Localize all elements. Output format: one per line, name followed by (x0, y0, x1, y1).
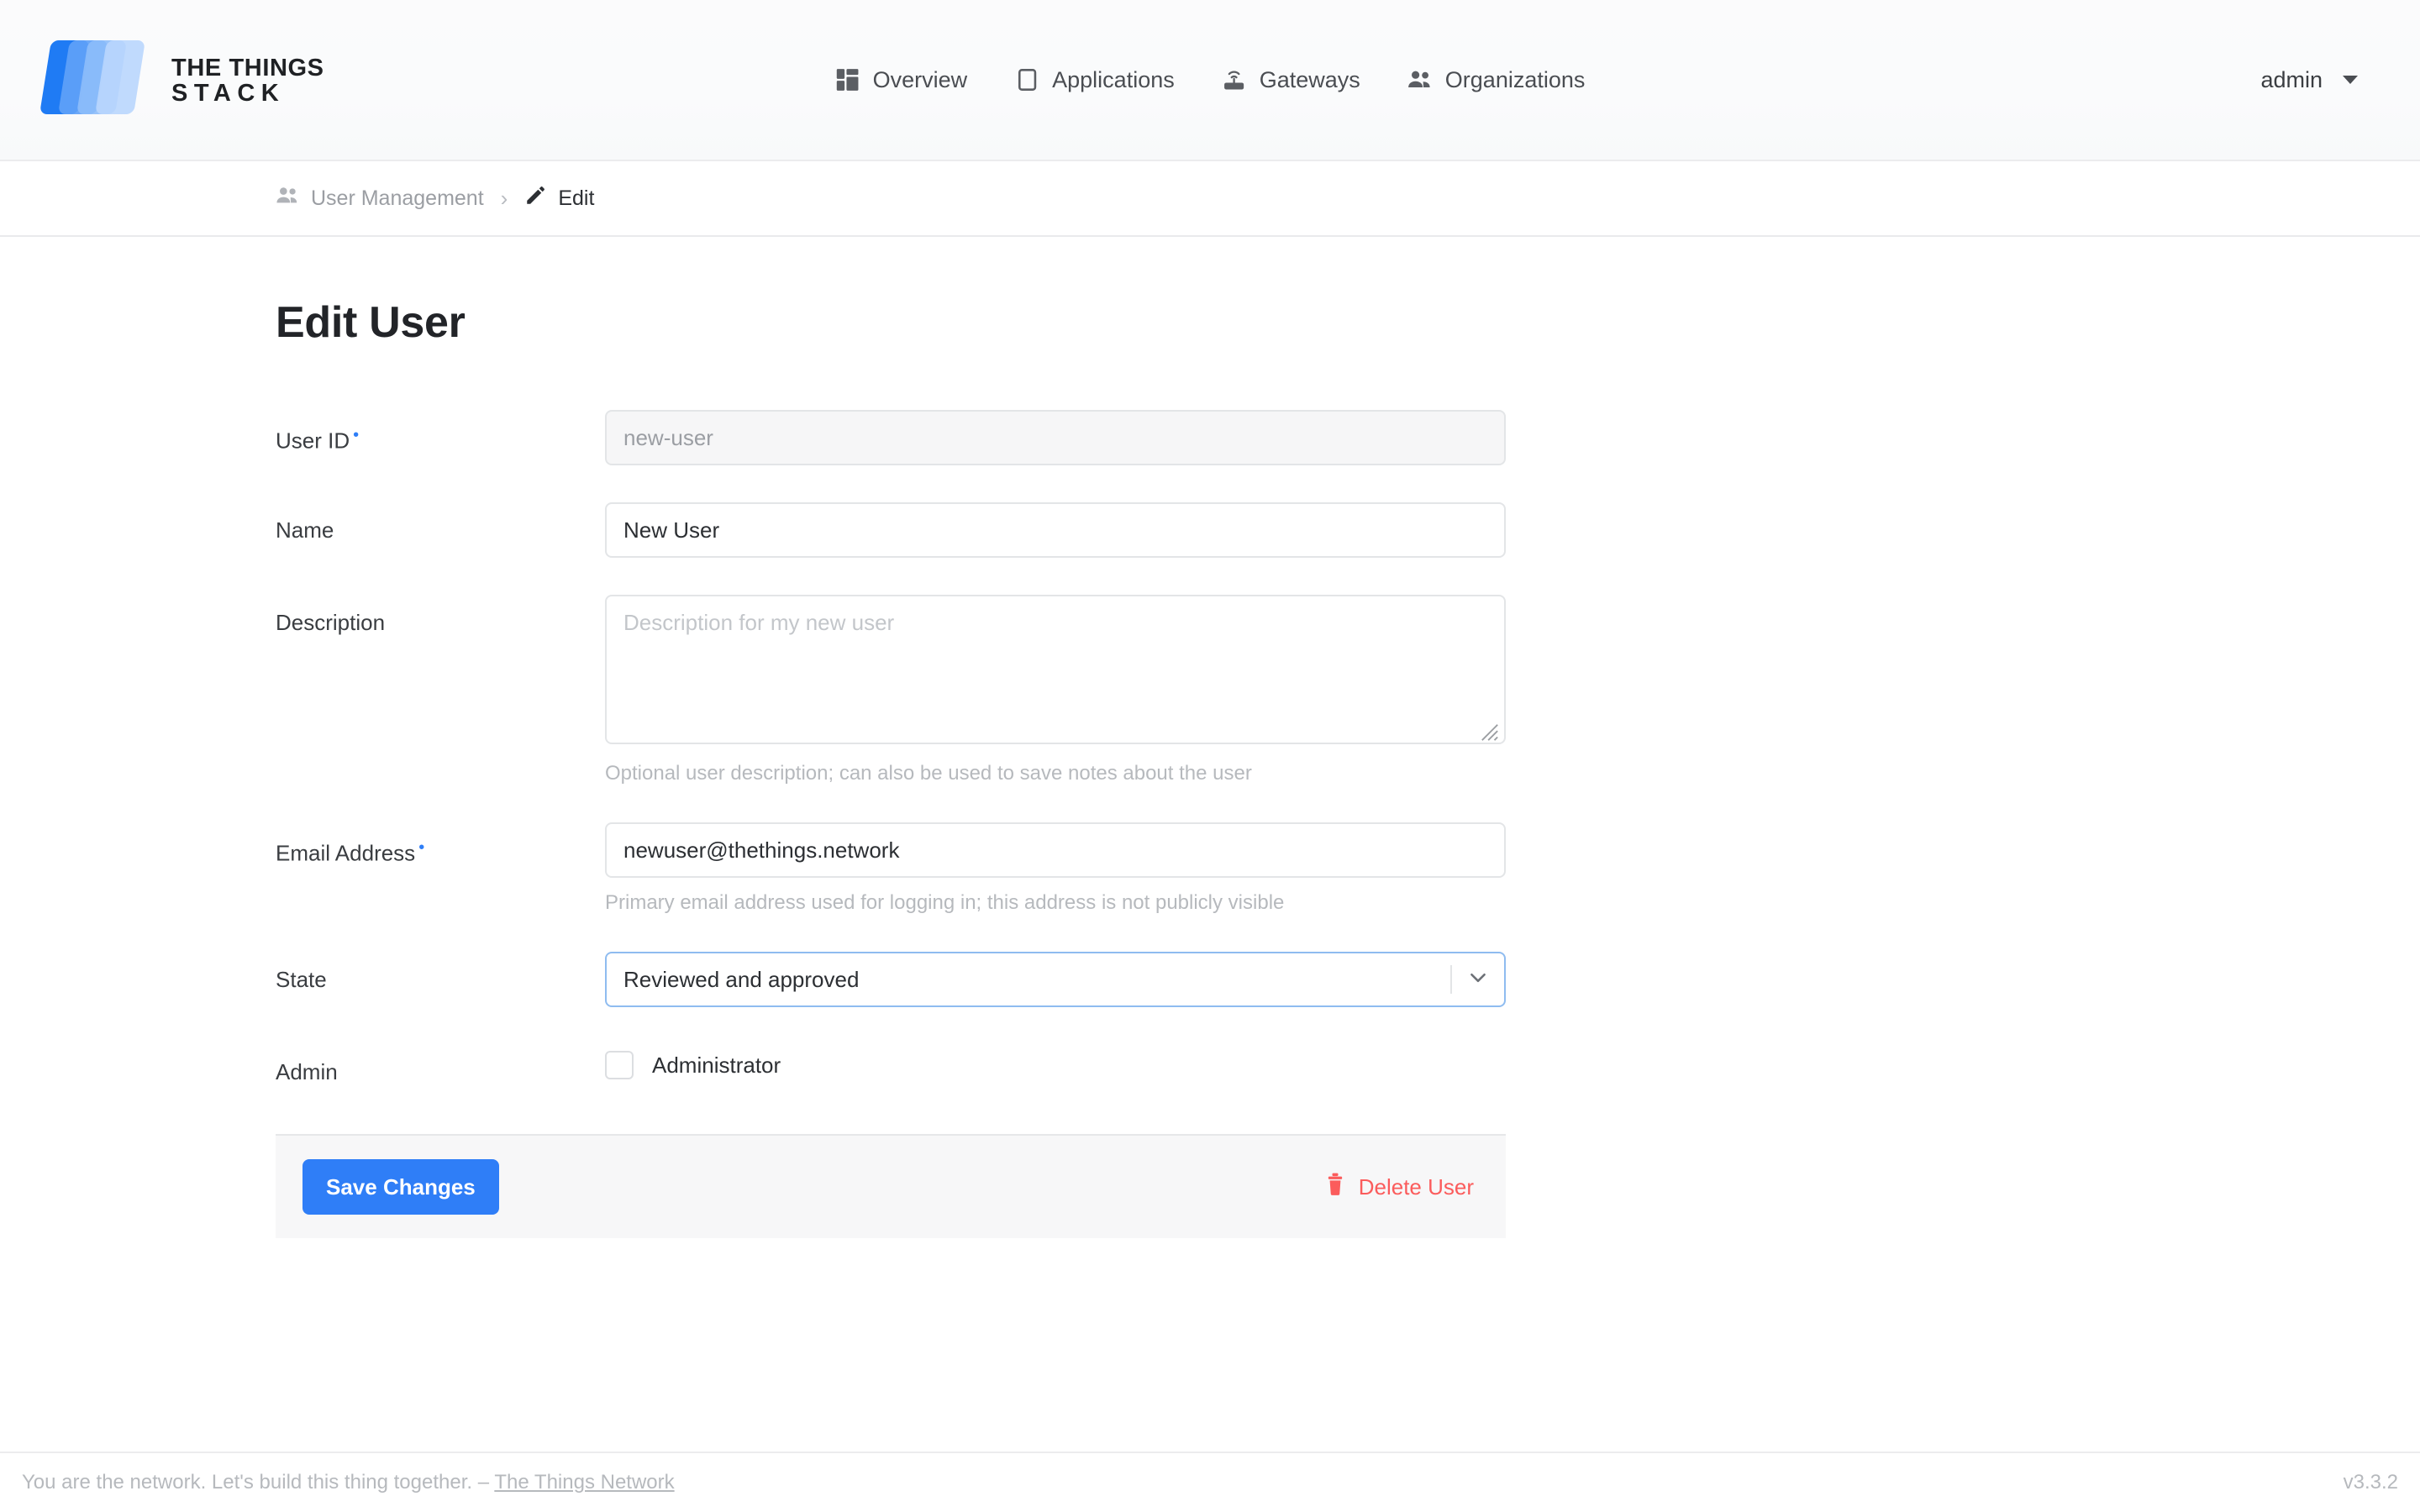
email-hint: Primary email address used for logging i… (605, 891, 1506, 915)
page-title: Edit User (276, 297, 2420, 348)
description-hint: Optional user description; can also be u… (605, 762, 1506, 785)
form-row-description: Description Optional user description; c… (276, 595, 2420, 785)
pencil-icon (524, 185, 546, 213)
things-stack-logo-icon (45, 40, 150, 121)
brand-line-1: THE THINGS (171, 55, 324, 81)
footer-link-ttn[interactable]: The Things Network (494, 1471, 674, 1494)
required-marker: • (353, 426, 359, 444)
nav-label-applications: Applications (1052, 67, 1175, 93)
form-row-email: Email Address• Primary email address use… (276, 822, 2420, 915)
user-menu-button[interactable]: admin (2260, 67, 2358, 93)
nav-item-applications[interactable]: Applications (1014, 67, 1175, 93)
main-content: Edit User User ID• Name Description (0, 297, 2420, 1238)
chevron-down-icon (2343, 76, 2358, 84)
label-user-id: User ID• (276, 410, 605, 454)
user-id-input[interactable] (605, 410, 1506, 465)
nav-label-organizations: Organizations (1445, 67, 1586, 93)
app-header: THE THINGS STACK Overview Applicat (0, 0, 2420, 161)
organizations-people-icon (1407, 67, 1433, 92)
label-description: Description (276, 595, 605, 636)
breadcrumb-label-parent: User Management (311, 186, 484, 211)
nav-label-gateways: Gateways (1260, 67, 1360, 93)
email-input[interactable] (605, 822, 1506, 878)
description-textarea[interactable] (605, 595, 1506, 744)
breadcrumb-separator: › (501, 186, 508, 212)
brand-line-2: STACK (171, 81, 324, 106)
breadcrumb-item-user-management[interactable]: User Management (276, 186, 484, 211)
footer-tagline: You are the network. Let's build this th… (22, 1471, 675, 1494)
main-navigation: Overview Applications Gateways (835, 67, 1586, 93)
form-action-bar: Save Changes Delete User (276, 1134, 1506, 1238)
breadcrumb-label-current: Edit (558, 186, 594, 211)
user-menu-name: admin (2260, 67, 2323, 93)
state-select-value: Reviewed and approved (607, 967, 859, 993)
application-tablet-icon (1014, 67, 1039, 92)
nav-item-overview[interactable]: Overview (835, 67, 968, 93)
breadcrumb: User Management › Edit (0, 161, 2420, 237)
save-changes-button[interactable]: Save Changes (302, 1159, 499, 1215)
nav-item-organizations[interactable]: Organizations (1407, 67, 1586, 93)
nav-label-overview: Overview (873, 67, 968, 93)
form-row-admin: Admin Administrator (276, 1044, 2420, 1085)
people-icon (276, 186, 299, 211)
breadcrumb-item-edit: Edit (524, 185, 594, 213)
label-email: Email Address• (276, 822, 605, 867)
gateway-router-icon (1222, 67, 1247, 92)
brand-logo[interactable]: THE THINGS STACK (45, 40, 324, 121)
brand-wordmark: THE THINGS STACK (171, 55, 324, 106)
label-admin: Admin (276, 1044, 605, 1085)
name-input[interactable] (605, 502, 1506, 558)
app-footer: You are the network. Let's build this th… (0, 1452, 2420, 1512)
form-row-name: Name (276, 502, 2420, 558)
chevron-down-icon (1467, 967, 1489, 993)
nav-item-gateways[interactable]: Gateways (1222, 67, 1360, 93)
state-select[interactable]: Reviewed and approved (605, 952, 1506, 1007)
administrator-checkbox[interactable] (605, 1051, 634, 1079)
edit-user-form: User ID• Name Description (276, 410, 2420, 1238)
form-row-state: State Reviewed and approved (276, 952, 2420, 1007)
select-divider (1450, 965, 1452, 994)
footer-tagline-text: You are the network. Let's build this th… (22, 1471, 494, 1494)
form-row-user-id: User ID• (276, 410, 2420, 465)
delete-user-button[interactable]: Delete User (1320, 1166, 1479, 1209)
label-name: Name (276, 502, 605, 543)
delete-user-label: Delete User (1359, 1174, 1474, 1200)
trash-icon (1325, 1173, 1345, 1202)
footer-version: v3.3.2 (2344, 1471, 2398, 1494)
overview-grid-icon (835, 67, 860, 92)
administrator-checkbox-label[interactable]: Administrator (652, 1053, 781, 1079)
required-marker: • (418, 838, 424, 857)
label-state: State (276, 952, 605, 993)
